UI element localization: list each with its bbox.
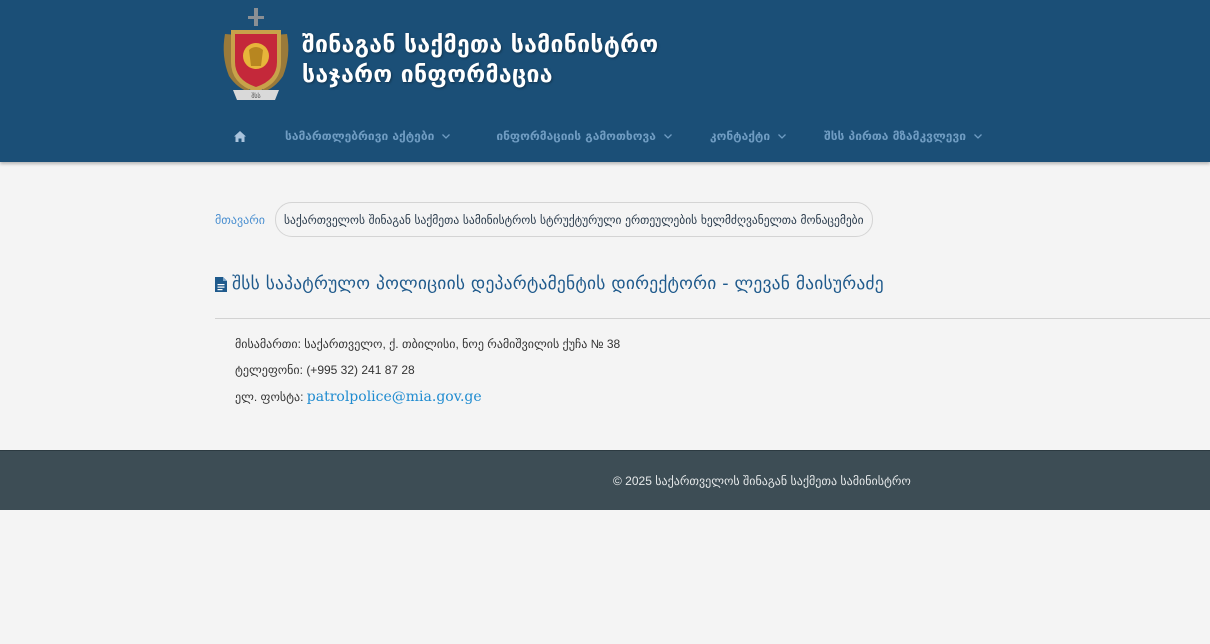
nav-item-label: კონტაქტი [709, 129, 771, 143]
breadcrumb-home-link[interactable]: მთავარი [215, 213, 265, 227]
home-icon [234, 130, 246, 142]
email-label: ელ. ფოსტა: [235, 390, 304, 404]
nav-item-legal-acts[interactable]: სამართლებრივი აქტები [285, 118, 451, 154]
chevron-down-icon [442, 133, 451, 139]
page-title-text: შსს საპატრულო პოლიციის დეპარტამენტის დირ… [232, 274, 884, 294]
phone-label: ტელეფონი: [235, 363, 303, 377]
nav-item-label: შსს პირთა მზამკვლევი [824, 129, 966, 143]
address-row: მისამართი: საქართველო, ქ. თბილისი, ნოე რ… [235, 337, 620, 351]
breadcrumb-current: საქართველოს შინაგან საქმეთა სამინისტროს … [274, 202, 873, 237]
document-icon [215, 276, 227, 292]
main-nav: სამართლებრივი აქტები ინფორმაციის გამოთხო… [215, 118, 982, 154]
ministry-emblem-logo[interactable]: შსს [219, 6, 293, 102]
site-footer: © 2025 საქართველოს შინაგან საქმეთა სამინ… [0, 450, 1210, 510]
chevron-down-icon [663, 133, 672, 139]
breadcrumb: მთავარი საქართველოს შინაგან საქმეთა სამი… [215, 202, 873, 237]
site-header: შსს შინაგან საქმეთა სამინისტრო საჯარო ინ… [0, 0, 1210, 162]
page-title: შსს საპატრულო პოლიციის დეპარტამენტის დირ… [215, 274, 884, 294]
site-title-line2: საჯარო ინფორმაცია [302, 62, 553, 88]
site-title: შინაგან საქმეთა სამინისტრო საჯარო ინფორმ… [302, 30, 658, 90]
copyright-text: © 2025 საქართველოს შინაგან საქმეთა სამინ… [613, 474, 911, 488]
chevron-down-icon [974, 133, 982, 139]
svg-text:შსს: შსს [251, 93, 260, 100]
email-row: ელ. ფოსტა: patrolpolice@mia.gov.ge [235, 389, 482, 405]
address-label: მისამართი: [235, 337, 301, 351]
chevron-down-icon [778, 133, 787, 139]
nav-item-label: ინფორმაციის გამოთხოვა [496, 129, 656, 143]
email-link[interactable]: patrolpolice@mia.gov.ge [307, 389, 482, 405]
nav-item-label: სამართლებრივი აქტები [285, 129, 435, 143]
phone-row: ტელეფონი: (+995 32) 241 87 28 [235, 363, 415, 377]
nav-home[interactable] [215, 118, 265, 154]
nav-item-contact[interactable]: კონტაქტი [709, 118, 787, 154]
address-value: საქართველო, ქ. თბილისი, ნოე რამიშვილის ქ… [304, 337, 621, 351]
phone-value: (+995 32) 241 87 28 [306, 363, 415, 377]
site-title-line1: შინაგან საქმეთა სამინისტრო [302, 32, 659, 58]
nav-item-guide[interactable]: შსს პირთა მზამკვლევი [824, 118, 982, 154]
nav-item-info-request[interactable]: ინფორმაციის გამოთხოვა [496, 118, 672, 154]
divider [215, 318, 1210, 319]
